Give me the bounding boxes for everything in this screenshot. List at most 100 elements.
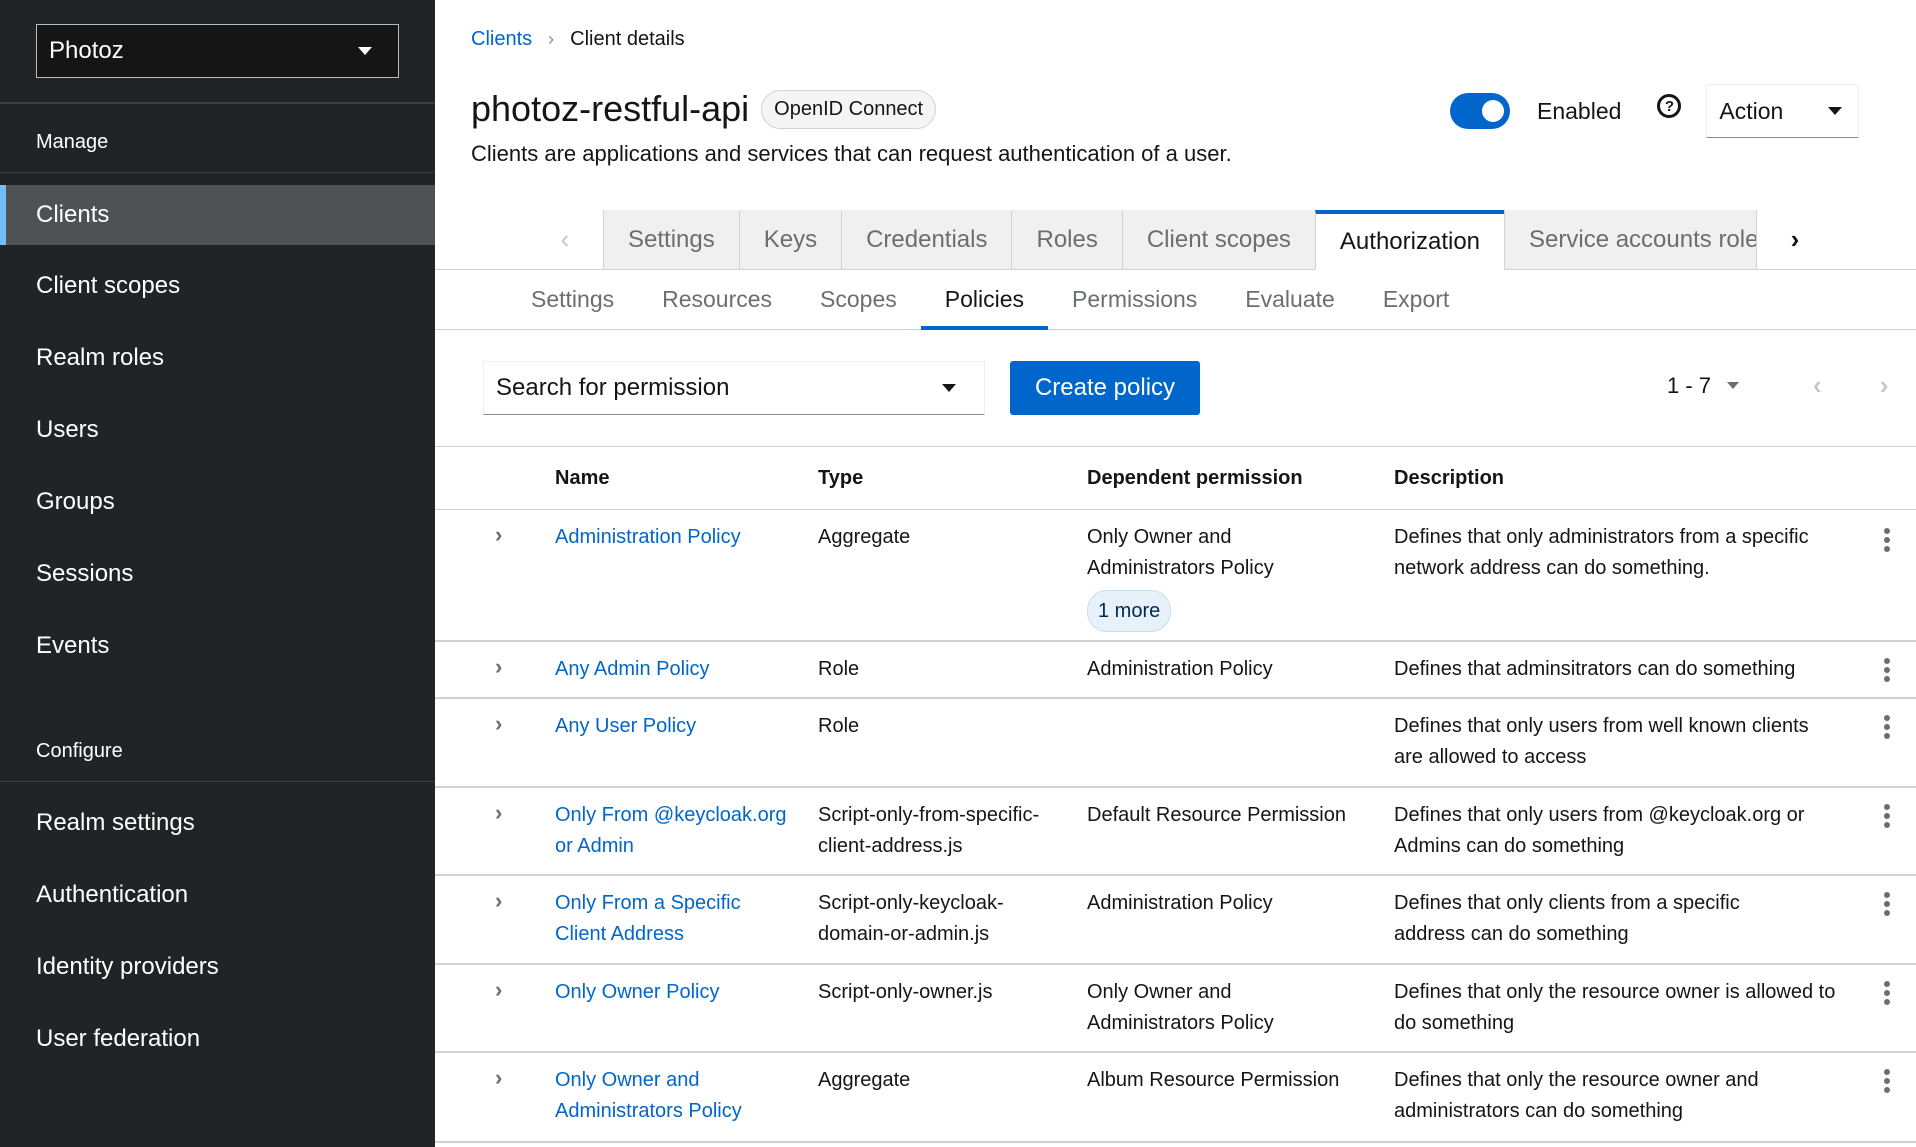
sidebar-section-manage: Manage — [36, 131, 109, 153]
create-policy-button[interactable]: Create policy — [1010, 361, 1200, 415]
row-actions-kebab-icon[interactable] — [1877, 804, 1897, 828]
cell-name: Only Owner Policy — [555, 977, 805, 1008]
sidebar-item-label: Events — [36, 632, 110, 659]
subtab-scopes[interactable]: Scopes — [796, 270, 921, 329]
tab-keys[interactable]: Keys — [738, 210, 842, 270]
sidebar-item-identity-providers[interactable]: Identity providers — [0, 937, 435, 997]
expand-row-icon[interactable]: › — [495, 888, 502, 914]
expand-row-icon[interactable]: › — [495, 1065, 502, 1091]
cell-name: Administration Policy — [555, 522, 805, 553]
column-header-description[interactable]: Description — [1394, 467, 1844, 490]
table-row: › Only Owner and Administrators Policy A… — [435, 1053, 1916, 1143]
tab-scroll-right-icon[interactable]: › — [1775, 210, 1815, 269]
sidebar-item-label: Clients — [36, 201, 110, 228]
action-dropdown[interactable]: Action — [1706, 84, 1860, 138]
expand-row-icon[interactable]: › — [495, 522, 502, 548]
page-subtitle: Clients are applications and services th… — [471, 141, 1232, 166]
cell-dependent-permission: Administration Policy — [1087, 658, 1273, 680]
cell-dependent-permission: Administration Policy — [1087, 892, 1273, 914]
subtab-settings[interactable]: Settings — [507, 270, 638, 329]
previous-page-icon[interactable]: ‹ — [1813, 370, 1822, 401]
column-header-type[interactable]: Type — [818, 467, 1068, 490]
column-header-dependent-permission[interactable]: Dependent permission — [1087, 467, 1377, 490]
page-range-label: 1 - 7 — [1667, 372, 1712, 398]
subtab-resources[interactable]: Resources — [638, 270, 796, 329]
more-chip[interactable]: 1 more — [1087, 590, 1172, 632]
sidebar-item-label: User federation — [36, 1025, 201, 1052]
expand-row-icon[interactable]: › — [495, 800, 502, 826]
breadcrumb-clients-link[interactable]: Clients — [471, 28, 532, 51]
row-actions-kebab-icon[interactable] — [1877, 892, 1897, 916]
help-icon[interactable]: ? — [1657, 94, 1682, 118]
protocol-badge: OpenID Connect — [761, 89, 937, 129]
tab-service-accounts-roles[interactable]: Service accounts roles — [1504, 210, 1758, 270]
tab-roles[interactable]: Roles — [1011, 210, 1122, 270]
expand-row-icon[interactable]: › — [495, 977, 502, 1003]
row-actions-kebab-icon[interactable] — [1877, 658, 1897, 682]
cell-dependent-permission: Album Resource Permission — [1087, 1069, 1340, 1091]
tab-authorization[interactable]: Authorization — [1314, 210, 1505, 270]
sidebar-item-authentication[interactable]: Authentication — [0, 865, 435, 925]
sidebar-item-clients[interactable]: Clients — [0, 185, 435, 245]
policy-name-link[interactable]: Only Owner and Administrators Policy — [555, 1069, 742, 1122]
row-actions-kebab-icon[interactable] — [1877, 1069, 1897, 1093]
realm-selector-label: Photoz — [49, 37, 124, 64]
sidebar-item-client-scopes[interactable]: Client scopes — [0, 256, 435, 316]
sidebar-item-sessions[interactable]: Sessions — [0, 544, 435, 604]
next-page-icon[interactable]: › — [1880, 370, 1889, 401]
authorization-subtabs: Settings Resources Scopes Policies Permi… — [435, 270, 1916, 330]
policy-name-link[interactable]: Only From @keycloak.org or Admin — [555, 804, 786, 857]
subtab-permissions[interactable]: Permissions — [1048, 270, 1221, 329]
search-permission-label: Search for permission — [496, 374, 730, 401]
title-row: photoz-restful-api OpenID Connect — [471, 88, 937, 130]
policy-name-link[interactable]: Only From a Specific Client Address — [555, 892, 741, 945]
sidebar-item-realm-settings[interactable]: Realm settings — [0, 793, 435, 853]
action-dropdown-label: Action — [1719, 97, 1784, 124]
sidebar-item-realm-roles[interactable]: Realm roles — [0, 328, 435, 388]
expand-row-icon[interactable]: › — [495, 711, 502, 737]
tab-settings[interactable]: Settings — [603, 210, 739, 270]
cell-name: Only From a Specific Client Address — [555, 888, 775, 950]
sidebar-divider — [0, 102, 435, 104]
cell-description: Defines that adminsitrators can do somet… — [1394, 658, 1796, 680]
table-row: › Only Owner Policy Script-only-owner.js… — [435, 965, 1916, 1053]
subtab-evaluate[interactable]: Evaluate — [1221, 270, 1359, 329]
sidebar-item-label: Realm settings — [36, 809, 195, 836]
enabled-toggle[interactable] — [1450, 93, 1510, 129]
breadcrumb: Clients › Client details — [471, 28, 685, 51]
policy-name-link[interactable]: Administration Policy — [555, 526, 741, 548]
sidebar-item-users[interactable]: Users — [0, 400, 435, 460]
realm-selector[interactable]: Photoz — [36, 24, 399, 78]
policy-name-link[interactable]: Only Owner Policy — [555, 981, 720, 1003]
sidebar-item-events[interactable]: Events — [0, 616, 435, 676]
sidebar-item-label: Sessions — [36, 560, 134, 587]
policy-name-link[interactable]: Any User Policy — [555, 715, 696, 737]
policy-name-link[interactable]: Any Admin Policy — [555, 658, 710, 680]
table-row: › Any User Policy Role Defines that only… — [435, 699, 1916, 788]
sidebar: Photoz Manage Clients Client scopes Real… — [0, 0, 435, 1147]
tab-scroll-left-icon[interactable]: ‹ — [545, 210, 585, 269]
subtab-export[interactable]: Export — [1359, 270, 1473, 329]
expand-row-icon[interactable]: › — [495, 654, 502, 680]
sidebar-item-label: Authentication — [36, 881, 189, 908]
breadcrumb-current: Client details — [570, 28, 685, 50]
tab-list: Settings Keys Credentials Roles Client s… — [603, 210, 1758, 270]
search-permission-select[interactable]: Search for permission — [483, 361, 985, 415]
row-actions-kebab-icon[interactable] — [1877, 715, 1897, 739]
enabled-toggle-label: Enabled — [1537, 97, 1622, 124]
row-actions-kebab-icon[interactable] — [1877, 981, 1897, 1005]
client-tabs: ‹ Settings Keys Credentials Roles Client… — [435, 210, 1916, 270]
cell-dependent-permission: Only Owner and Administrators Policy — [1087, 981, 1274, 1034]
cell-description: Defines that only the resource owner is … — [1394, 981, 1836, 1034]
row-actions-kebab-icon[interactable] — [1877, 528, 1897, 552]
tab-client-scopes[interactable]: Client scopes — [1121, 210, 1315, 270]
sidebar-item-groups[interactable]: Groups — [0, 472, 435, 532]
tab-credentials[interactable]: Credentials — [841, 210, 1012, 270]
cell-name: Only Owner and Administrators Policy — [555, 1065, 770, 1127]
cell-description: Defines that only administrators from a … — [1394, 526, 1809, 579]
page-range-select[interactable]: 1 - 7 — [1667, 373, 1753, 399]
sidebar-item-user-federation[interactable]: User federation — [0, 1009, 435, 1069]
subtab-policies[interactable]: Policies — [920, 270, 1049, 330]
column-header-name[interactable]: Name — [555, 467, 805, 490]
page-title: photoz-restful-api — [471, 88, 750, 129]
